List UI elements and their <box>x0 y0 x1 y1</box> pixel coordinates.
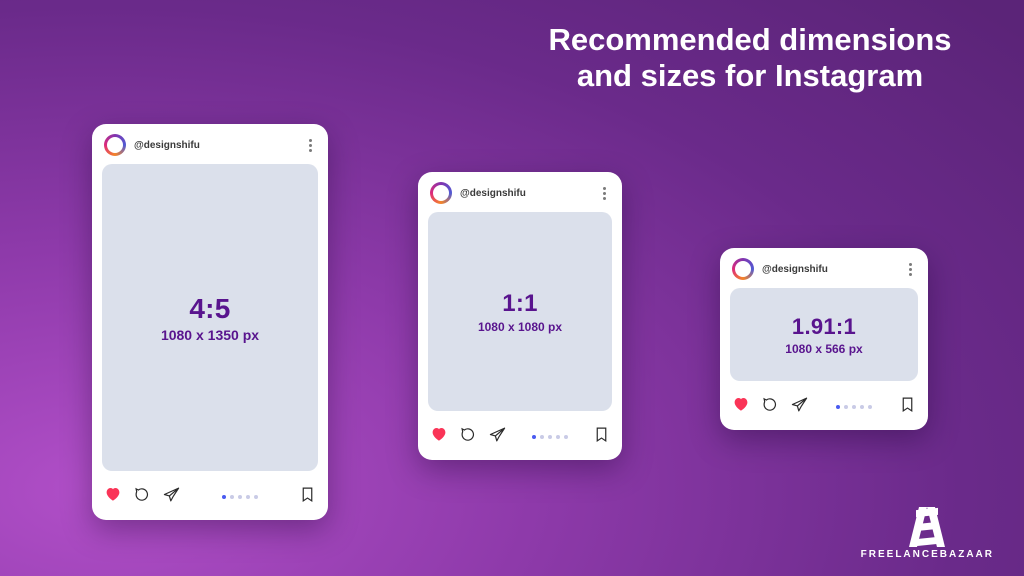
heart-icon[interactable] <box>430 425 448 448</box>
card-footer <box>418 419 622 460</box>
dimensions-label: 1080 x 1350 px <box>161 327 259 343</box>
pagination-dots <box>518 435 581 439</box>
comment-icon[interactable] <box>460 426 477 448</box>
share-icon[interactable] <box>163 486 180 508</box>
share-icon[interactable] <box>489 426 506 448</box>
heart-icon[interactable] <box>732 395 750 418</box>
more-options-icon[interactable] <box>905 259 916 280</box>
avatar-ring-icon <box>430 182 452 204</box>
aspect-ratio-label: 1:1 <box>502 290 538 318</box>
card-header: @designshifu <box>418 172 622 212</box>
dimensions-label: 1080 x 566 px <box>785 342 862 356</box>
username-label: @designshifu <box>762 264 897 275</box>
avatar-ring-icon <box>104 134 126 156</box>
page-title: Recommended dimensions and sizes for Ins… <box>520 22 980 93</box>
instagram-card-square: @designshifu 1:1 1080 x 1080 px <box>418 172 622 460</box>
more-options-icon[interactable] <box>305 135 316 156</box>
brand-footer: FREELANCEBAZAAR <box>861 507 994 560</box>
share-icon[interactable] <box>791 396 808 418</box>
stage: Recommended dimensions and sizes for Ins… <box>0 0 1024 576</box>
more-options-icon[interactable] <box>599 183 610 204</box>
media-placeholder: 1.91:1 1080 x 566 px <box>730 288 918 381</box>
bookmark-icon[interactable] <box>899 396 916 418</box>
aspect-ratio-label: 4:5 <box>189 293 230 325</box>
card-footer <box>720 389 928 430</box>
username-label: @designshifu <box>134 140 297 151</box>
pagination-dots <box>192 495 287 499</box>
avatar-ring-icon <box>732 258 754 280</box>
brand-name: FREELANCEBAZAAR <box>861 549 994 560</box>
username-label: @designshifu <box>460 188 591 199</box>
comment-icon[interactable] <box>762 396 779 418</box>
brand-logo-icon <box>910 507 944 547</box>
heart-icon[interactable] <box>104 485 122 508</box>
media-placeholder: 4:5 1080 x 1350 px <box>102 164 318 471</box>
instagram-card-portrait: @designshifu 4:5 1080 x 1350 px <box>92 124 328 520</box>
card-footer <box>92 479 328 520</box>
instagram-card-landscape: @designshifu 1.91:1 1080 x 566 px <box>720 248 928 430</box>
aspect-ratio-label: 1.91:1 <box>792 314 856 340</box>
dimensions-label: 1080 x 1080 px <box>478 320 562 334</box>
media-placeholder: 1:1 1080 x 1080 px <box>428 212 612 411</box>
card-header: @designshifu <box>720 248 928 288</box>
pagination-dots <box>820 405 887 409</box>
bookmark-icon[interactable] <box>593 426 610 448</box>
card-header: @designshifu <box>92 124 328 164</box>
comment-icon[interactable] <box>134 486 151 508</box>
bookmark-icon[interactable] <box>299 486 316 508</box>
